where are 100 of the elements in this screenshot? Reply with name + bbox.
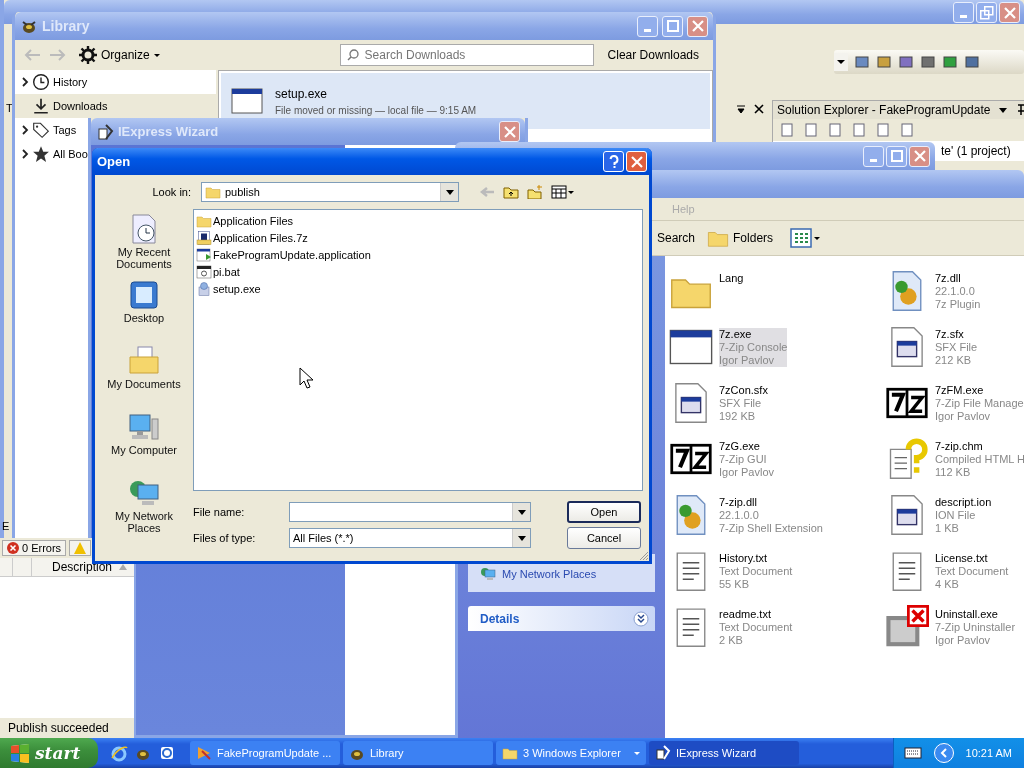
help-button[interactable] (603, 151, 624, 172)
file-type-dropdown[interactable]: All Files (*.*) (289, 528, 531, 548)
minimize-button[interactable] (953, 2, 974, 23)
organize-button[interactable]: Organize (75, 44, 164, 66)
expand-icon[interactable] (21, 149, 29, 159)
toolbar-button[interactable]: Folders (704, 225, 777, 251)
file-row[interactable]: Application Files (196, 212, 294, 229)
toolbar-icon (827, 122, 843, 138)
toolbar-button[interactable]: Search (654, 229, 699, 247)
expand-icon[interactable] (21, 77, 29, 87)
place-shortcut[interactable]: My Documents (98, 345, 190, 407)
place-shortcut[interactable]: Desktop (98, 279, 190, 341)
file-item[interactable]: 7z.exe 7-Zip Console Igor Pavlov (669, 322, 788, 372)
file-name-combo-box[interactable] (289, 502, 531, 522)
field-label: Look in: (151, 186, 191, 198)
field-label: Files of type: (193, 532, 257, 544)
toolbar-icon (898, 54, 914, 70)
dropdown-icon (517, 535, 526, 541)
clear-downloads-button[interactable]: Clear Downloads (601, 46, 705, 64)
file-row[interactable]: pi.bat (196, 263, 240, 280)
tab-label[interactable]: E (2, 520, 10, 532)
show-hidden-icons-button[interactable] (933, 743, 954, 763)
minimize-icon (870, 158, 877, 162)
new-folder-icon (527, 185, 543, 199)
tree-item[interactable]: te' (1 project) (941, 144, 1011, 158)
errors-tab[interactable]: 0 Errors (2, 540, 67, 556)
pin-icon (1016, 104, 1024, 116)
close-icon (754, 104, 764, 114)
dropdown-icon (517, 509, 526, 515)
file-row[interactable]: setup.exe (196, 280, 261, 297)
file-item[interactable]: History.txt Text Document 55 KB (669, 546, 793, 596)
file-item[interactable]: descript.ion ION File 1 KB (885, 490, 992, 540)
file-item[interactable]: 7zFM.exe 7-Zip File Manage Igor Pavlov (885, 378, 1024, 428)
file-item[interactable]: License.txt Text Document 4 KB (885, 546, 1009, 596)
dropdown-icon (736, 104, 746, 114)
toolbar-icon (920, 54, 936, 70)
sidebar-item[interactable]: History (15, 70, 90, 94)
file-name: setup.exe (275, 86, 329, 101)
search-field[interactable]: Search Downloads (339, 44, 594, 66)
file-row[interactable]: Application Files.7z (196, 229, 308, 246)
panel-title: Solution Explorer - FakeProgramUpdate (777, 103, 991, 117)
toolbar-icon (851, 122, 867, 138)
minimize-icon (960, 15, 967, 18)
file-item[interactable]: 7-zip.dll 22.1.0.0 7-Zip Shell Extension (669, 490, 823, 540)
file-row[interactable]: FakeProgramUpdate.application (196, 246, 371, 263)
task-link[interactable]: My Network Places (480, 566, 643, 582)
sidebar-item[interactable]: Tags (15, 118, 79, 142)
minimize-icon (644, 28, 651, 32)
taskbar-button[interactable]: FakeProgramUpdate ... (190, 741, 340, 765)
dropdown-icon (445, 189, 454, 195)
close-button[interactable] (999, 2, 1020, 23)
column-header[interactable]: Description (0, 558, 134, 577)
taskbar-button[interactable]: Library (343, 741, 493, 765)
taskbar-button[interactable]: IExpress Wizard (649, 741, 799, 765)
file-item[interactable]: 7-zip.chm Compiled HTML H 112 KB (885, 434, 1024, 484)
dialog-button[interactable]: Cancel (567, 527, 641, 549)
close-icon (691, 20, 704, 32)
file-item[interactable]: 7z.dll 22.1.0.0 7z Plugin (885, 266, 981, 316)
file-item[interactable]: 7z.sfx SFX File 212 KB (885, 322, 978, 372)
dropdown-icon (998, 105, 1009, 115)
tab-label[interactable]: T (6, 102, 13, 114)
restore-icon (979, 5, 994, 20)
start-button[interactable]: start (0, 738, 98, 768)
expand-icon[interactable] (21, 125, 29, 135)
maximize-icon (890, 150, 903, 162)
sidebar-item[interactable]: Downloads (15, 94, 216, 118)
download-icon (32, 97, 50, 115)
place-shortcut[interactable]: My Recent Documents (98, 213, 190, 275)
file-item[interactable]: Uninstall.exe 7-Zip Uninstaller Igor Pavlov (885, 602, 1016, 652)
file-item[interactable]: Lang (669, 266, 744, 316)
tag-icon (32, 121, 50, 139)
new-folder-button[interactable] (525, 183, 545, 201)
batch-file-icon (196, 263, 212, 280)
place-shortcut[interactable]: My Network Places (98, 477, 190, 539)
close-icon (913, 150, 926, 162)
computer-icon (128, 411, 160, 443)
sidebar-item[interactable]: All Boo (15, 142, 90, 166)
chevron-left-icon (938, 748, 949, 758)
toolbar-dropdown[interactable] (834, 53, 848, 71)
file-item[interactable]: 7zCon.sfx SFX File 192 KB (669, 378, 768, 428)
refresh-icon (158, 744, 176, 762)
browser-icon (110, 744, 128, 762)
taskbar-button[interactable]: 3 Windows Explorer (496, 741, 646, 765)
look-in-dropdown[interactable]: publish (201, 182, 459, 202)
warnings-tab[interactable] (69, 540, 92, 556)
toolbar-icon (899, 122, 915, 138)
cursor-icon (299, 367, 313, 389)
maximize-icon (666, 20, 679, 32)
file-item[interactable]: 7zG.exe 7-Zip GUI Igor Pavlov (669, 434, 775, 484)
restore-button[interactable] (976, 2, 997, 23)
place-shortcut[interactable]: My Computer (98, 411, 190, 473)
wizard-icon (96, 122, 114, 141)
forward-icon (49, 48, 67, 62)
file-item[interactable]: readme.txt Text Document 2 KB (669, 602, 793, 652)
view-icon (551, 185, 567, 199)
search-input[interactable]: Search Downloads (364, 45, 587, 65)
status-text: Publish succeeded (7, 720, 110, 737)
dialog-button[interactable]: Open (567, 501, 641, 523)
view-menu-button[interactable] (549, 183, 576, 201)
details-header[interactable]: Details (468, 606, 655, 631)
